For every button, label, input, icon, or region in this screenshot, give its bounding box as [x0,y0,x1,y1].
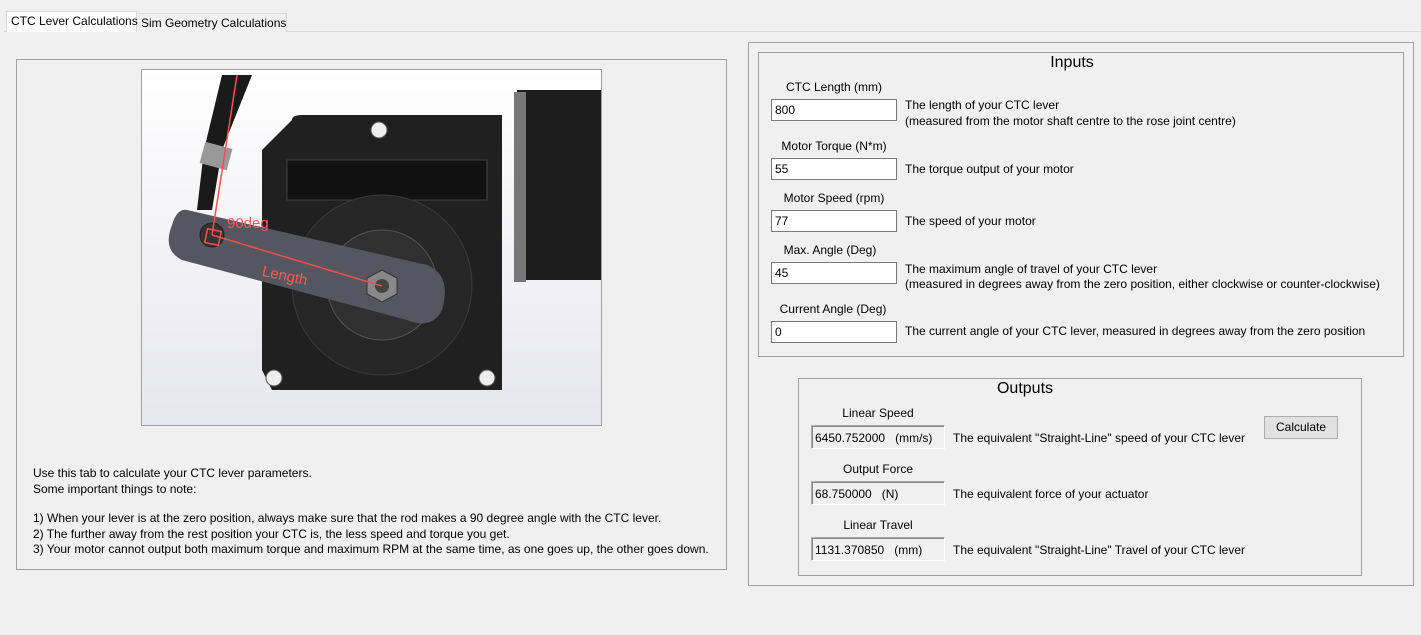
linear-travel-output: 1131.370850 (mm) [811,537,945,561]
note-3: 3) Your motor cannot output both maximum… [33,542,709,556]
max-angle-desc: The maximum angle of travel of your CTC … [905,262,1158,276]
motor-speed-label: Motor Speed (rpm) [783,191,885,205]
current-angle-input[interactable] [771,321,897,343]
note-1: 1) When your lever is at the zero positi… [33,511,662,525]
output-force-value: 68.750000 [815,487,872,501]
linear-travel-label: Linear Travel [843,518,913,532]
motor-torque-input[interactable] [771,158,897,180]
output-force-desc: The equivalent force of your actuator [953,487,1149,501]
ctc-length-label: CTC Length (mm) [785,80,883,94]
max-angle-label: Max. Angle (Deg) [783,243,877,257]
inputs-title: Inputs [1047,54,1097,72]
linear-speed-output: 6450.752000 (mm/s) [811,425,945,449]
linear-speed-unit: (mm/s) [895,431,933,445]
linear-travel-desc: The equivalent "Straight-Line" Travel of… [953,543,1245,557]
max-angle-input[interactable] [771,262,897,284]
current-angle-label: Current Angle (Deg) [779,302,887,316]
angle-label: 90deg [227,215,269,232]
intro-text-2: Some important things to note: [33,482,197,496]
outputs-title: Outputs [993,380,1057,398]
output-force-label: Output Force [842,462,914,476]
output-force-output: 68.750000 (N) [811,481,945,505]
tab-sim-geometry-calculations[interactable]: Sim Geometry Calculations [136,13,287,32]
linear-travel-unit: (mm) [894,543,923,557]
motor-torque-desc: The torque output of your motor [905,162,1074,176]
note-2: 2) The further away from the rest positi… [33,527,510,541]
tab-ctc-lever-calculations[interactable]: CTC Lever Calculations [6,11,138,32]
linear-speed-desc: The equivalent "Straight-Line" speed of … [953,431,1246,445]
output-force-unit: (N) [881,487,899,501]
ctc-length-desc: The length of your CTC lever [905,98,1060,112]
linear-travel-value: 1131.370850 [815,543,885,557]
motor-torque-label: Motor Torque (N*m) [781,139,887,153]
motor-speed-desc: The speed of your motor [905,214,1036,228]
linear-speed-label: Linear Speed [842,406,914,420]
max-angle-desc-2: (measured in degrees away from the zero … [905,277,1380,291]
ctc-length-input[interactable] [771,99,897,121]
current-angle-desc: The current angle of your CTC lever, mea… [905,324,1366,338]
intro-text: Use this tab to calculate your CTC lever… [33,466,312,480]
ctc-length-desc-2: (measured from the motor shaft centre to… [905,114,1236,128]
motor-speed-input[interactable] [771,210,897,232]
ctc-lever-diagram: 90deg Length [141,69,602,426]
calculate-button[interactable]: Calculate [1264,416,1338,439]
linear-speed-value: 6450.752000 [815,431,886,445]
